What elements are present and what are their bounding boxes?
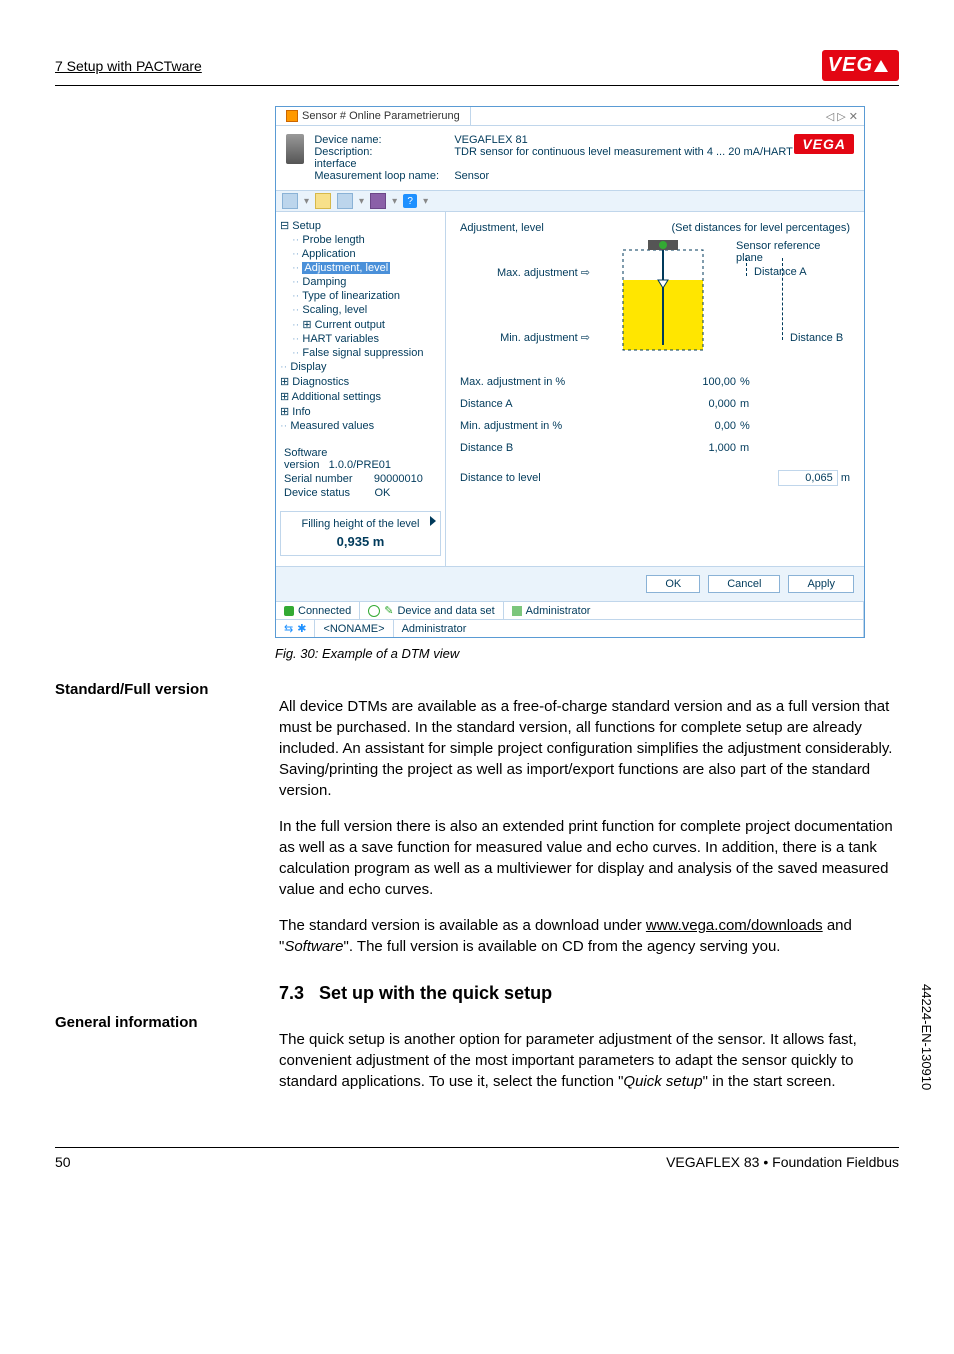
toolbar-icon[interactable] xyxy=(315,193,331,209)
tab-icon xyxy=(286,110,298,122)
filling-height-box[interactable]: Filling height of the level 0,935 m xyxy=(280,511,441,556)
tree-item[interactable]: ⊞ Current output xyxy=(292,317,441,332)
tree-item-selected[interactable]: ·· Adjustment, level xyxy=(292,261,441,275)
section-heading: 7.3 Set up with the quick setup xyxy=(279,981,899,1006)
paragraph: In the full version there is also an ext… xyxy=(279,816,899,900)
download-link[interactable]: www.vega.com/downloads xyxy=(646,917,823,934)
figure-caption: Fig. 30: Example of a DTM view xyxy=(275,646,865,661)
device-icon xyxy=(286,134,304,164)
dtm-toolbar: ▾ ▾ ▾ ?▾ xyxy=(276,191,864,212)
toolbar-icon[interactable] xyxy=(282,193,298,209)
device-labels: Device name:VEGAFLEX 81 Description:TDR … xyxy=(314,134,794,182)
tree-item[interactable]: Measured values xyxy=(280,419,441,433)
paragraph: All device DTMs are available as a free-… xyxy=(279,696,899,801)
dtm-tab[interactable]: Sensor # Online Parametrierung xyxy=(276,107,471,125)
refresh-icon xyxy=(368,605,380,617)
admin-icon xyxy=(512,606,522,616)
product-footer: VEGAFLEX 83 • Foundation Fieldbus xyxy=(666,1154,899,1170)
status-connected: Connected xyxy=(276,602,360,619)
distance-to-level-input[interactable]: 0,065 xyxy=(778,470,838,486)
paragraph: The standard version is available as a d… xyxy=(279,915,899,957)
tree-item[interactable]: ⊞ Diagnostics xyxy=(280,374,441,389)
section-label-general: General information xyxy=(55,1014,255,1107)
tab-controls[interactable]: ◁ ▷ ✕ xyxy=(820,110,864,123)
status-dataset: ✎ Device and data set xyxy=(360,602,503,619)
tree-item[interactable]: Type of linearization xyxy=(292,289,441,303)
vega-logo: VEG xyxy=(822,50,899,81)
header-title: 7 Setup with PACTware xyxy=(55,58,202,74)
adjustment-diagram: Max. adjustment ⇨ Min. adjustment ⇨ xyxy=(460,240,850,360)
tree-item[interactable]: Probe length xyxy=(292,233,441,247)
help-icon[interactable]: ? xyxy=(403,194,417,208)
tree-item[interactable]: ⊞ Info xyxy=(280,404,441,419)
status-admin: Administrator xyxy=(504,602,864,619)
tree-item[interactable]: HART variables xyxy=(292,332,441,346)
section-label-standard: Standard/Full version xyxy=(55,681,255,1014)
toolbar-icon[interactable] xyxy=(370,193,386,209)
ok-button[interactable]: OK xyxy=(646,575,700,593)
panel-title: Adjustment, level xyxy=(460,222,544,234)
doc-code: 44224-EN-130910 xyxy=(919,984,934,1090)
toolbar-icon[interactable] xyxy=(337,193,353,209)
status-noname: ⇆ ✱ xyxy=(276,620,315,637)
tab-title: Sensor # Online Parametrierung xyxy=(302,110,460,122)
panel-hint: (Set distances for level percentages) xyxy=(671,222,850,234)
tank-svg xyxy=(608,240,718,360)
connected-icon xyxy=(284,606,294,616)
tree-item[interactable]: Scaling, level xyxy=(292,303,441,317)
status-bar: Connected ✎ Device and data set Administ… xyxy=(276,601,864,619)
apply-button[interactable]: Apply xyxy=(788,575,854,593)
expand-icon xyxy=(430,516,436,526)
vega-logo-small: VEGA xyxy=(794,134,854,154)
tree-item[interactable]: Damping xyxy=(292,275,441,289)
paragraph: The quick setup is another option for pa… xyxy=(279,1029,899,1092)
device-info: Software version 1.0.0/PRE01 Serial numb… xyxy=(280,447,441,499)
dtm-window: Sensor # Online Parametrierung ◁ ▷ ✕ Dev… xyxy=(275,106,865,638)
cancel-button[interactable]: Cancel xyxy=(708,575,780,593)
readout-grid: Max. adjustment in % 100,00 % Distance A… xyxy=(460,376,850,454)
tree-item[interactable]: Application xyxy=(292,247,441,261)
distance-to-level-label: Distance to level xyxy=(460,472,541,484)
tree-item[interactable]: False signal suppression xyxy=(292,346,441,360)
tree-item[interactable]: Display xyxy=(280,360,441,374)
page-number: 50 xyxy=(55,1154,71,1170)
nav-tree[interactable]: ⊟ Setup Probe length Application ·· Adju… xyxy=(280,218,441,433)
tree-item[interactable]: ⊞ Additional settings xyxy=(280,389,441,404)
